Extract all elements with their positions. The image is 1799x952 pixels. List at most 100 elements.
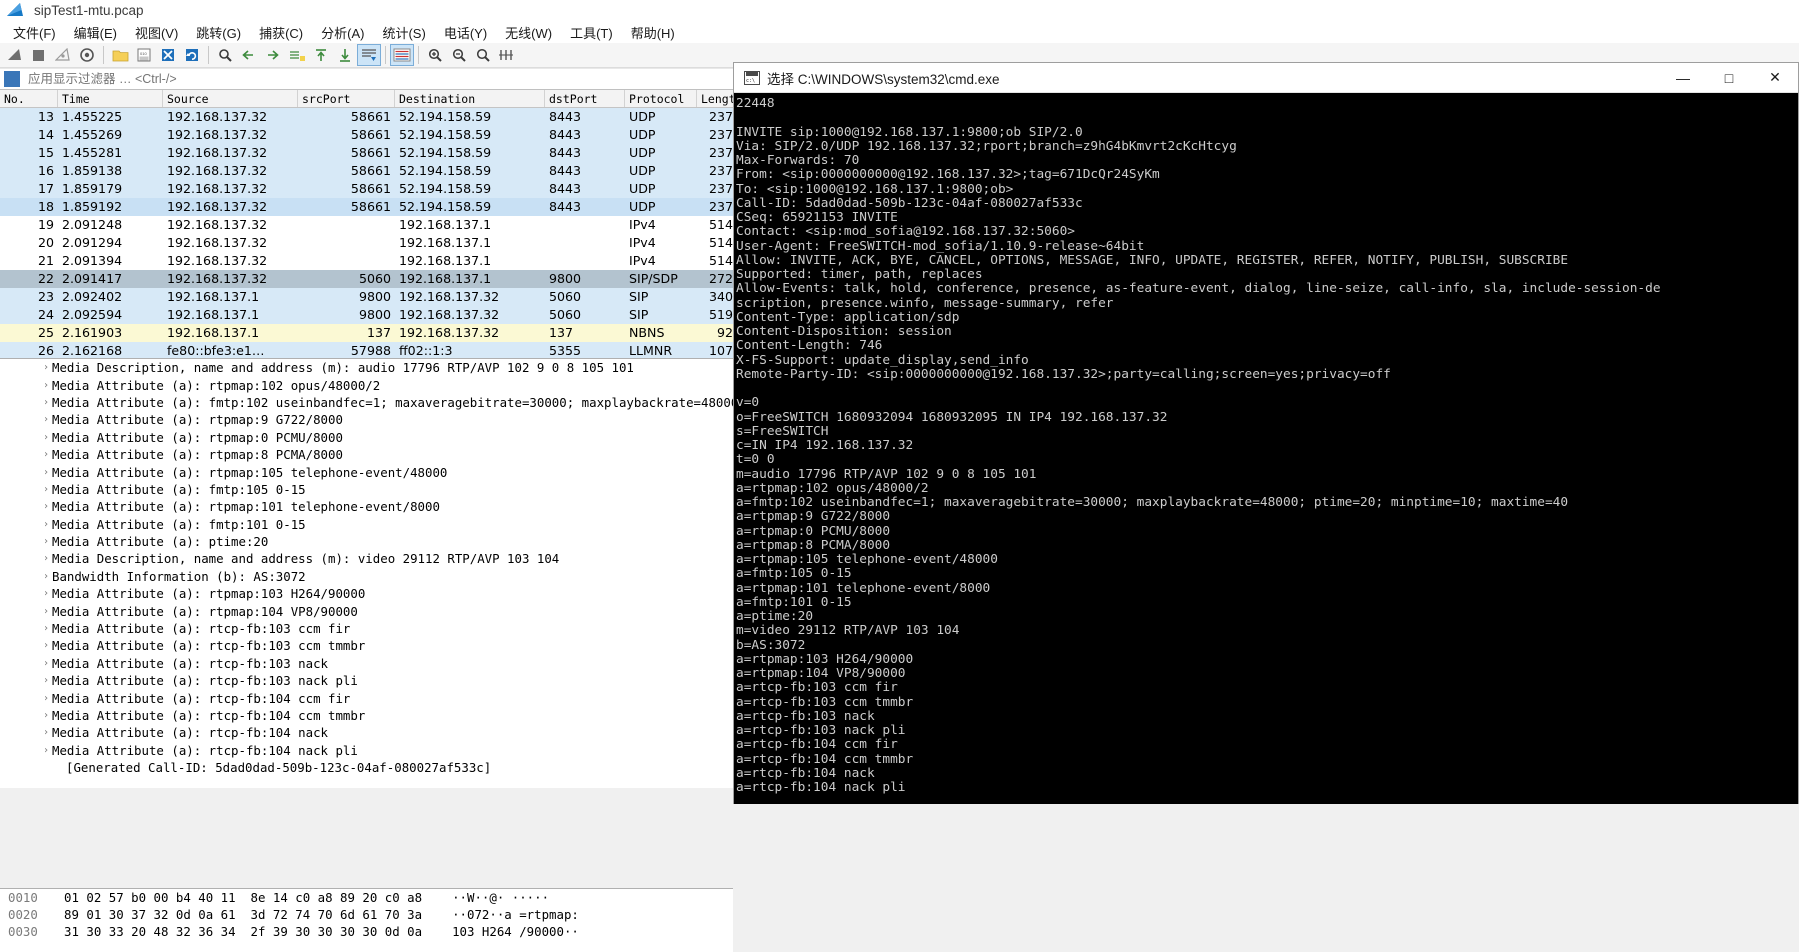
- menu-item-6[interactable]: 统计(S): [373, 21, 434, 44]
- reload-file-icon[interactable]: [180, 44, 204, 66]
- colorize-icon[interactable]: [390, 44, 414, 66]
- zoom-reset-icon[interactable]: [471, 44, 495, 66]
- tree-expander-icon[interactable]: ›: [40, 519, 52, 530]
- packet-list-column-header[interactable]: Source: [163, 90, 298, 107]
- tree-expander-icon[interactable]: ›: [40, 710, 52, 721]
- packet-cell-src: 192.168.137.32: [163, 234, 298, 252]
- cmd-output-line: Allow-Events: talk, hold, conference, pr…: [736, 282, 1798, 296]
- cmd-output-line: Remote-Party-ID: <sip:0000000000@192.168…: [736, 368, 1798, 382]
- filter-bookmark-icon[interactable]: [4, 71, 20, 87]
- packet-list-column-header[interactable]: dstPort: [545, 90, 625, 107]
- stop-capture-icon[interactable]: [27, 44, 51, 66]
- cmd-output-line: To: <sip:1000@192.168.137.1:9800;ob>: [736, 183, 1798, 197]
- menu-item-2[interactable]: 视图(V): [126, 21, 187, 44]
- menu-item-8[interactable]: 无线(W): [496, 21, 561, 44]
- capture-options-icon[interactable]: [75, 44, 99, 66]
- tree-expander-icon[interactable]: ›: [40, 727, 52, 738]
- packet-cell-len: 237: [697, 108, 737, 126]
- tree-expander-icon[interactable]: ›: [40, 449, 52, 460]
- packet-list-column-header[interactable]: Protocol: [625, 90, 697, 107]
- packet-cell-dport: [545, 216, 625, 234]
- packet-list-column-header[interactable]: No.: [0, 90, 58, 107]
- cmd-minimize-button[interactable]: —: [1660, 63, 1706, 93]
- packet-cell-sport: 58661: [298, 108, 395, 126]
- go-back-icon[interactable]: [237, 44, 261, 66]
- zoom-in-icon[interactable]: [423, 44, 447, 66]
- cmd-output-line: User-Agent: FreeSWITCH-mod_sofia/1.10.9-…: [736, 240, 1798, 254]
- detail-tree-label: Media Description, name and address (m):…: [52, 360, 634, 375]
- detail-tree-label: Media Attribute (a): rtpmap:105 telephon…: [52, 465, 447, 480]
- tree-expander-icon[interactable]: ›: [40, 571, 52, 582]
- tree-expander-icon[interactable]: ›: [40, 640, 52, 651]
- save-file-icon[interactable]: 010: [132, 44, 156, 66]
- go-forward-icon[interactable]: [261, 44, 285, 66]
- go-last-packet-icon[interactable]: [333, 44, 357, 66]
- restart-capture-icon[interactable]: [51, 44, 75, 66]
- menu-item-3[interactable]: 跳转(G): [187, 21, 250, 44]
- cmd-titlebar[interactable]: c:\ 选择 C:\WINDOWS\system32\cmd.exe — □ ✕: [734, 63, 1798, 93]
- cmd-output-line: a=rtpmap:0 PCMU/8000: [736, 525, 1798, 539]
- tree-expander-icon[interactable]: ›: [40, 745, 52, 756]
- menu-item-7[interactable]: 电话(Y): [435, 21, 496, 44]
- tree-expander-icon[interactable]: ›: [40, 606, 52, 617]
- cmd-maximize-button[interactable]: □: [1706, 63, 1752, 93]
- packet-cell-sport: [298, 216, 395, 234]
- packet-cell-dport: 137: [545, 324, 625, 342]
- tree-expander-icon[interactable]: ›: [40, 693, 52, 704]
- tree-expander-icon[interactable]: ›: [40, 553, 52, 564]
- hex-dump-row[interactable]: 003031 30 33 20 48 32 36 34 2f 39 30 30 …: [0, 923, 733, 940]
- tree-expander-icon[interactable]: ›: [40, 467, 52, 478]
- packet-cell-dst: 192.168.137.1: [395, 270, 545, 288]
- tree-expander-icon[interactable]: ›: [40, 432, 52, 443]
- packet-cell-sport: 137: [298, 324, 395, 342]
- packet-cell-dport: 8443: [545, 108, 625, 126]
- svg-text:010: 010: [140, 51, 147, 56]
- tree-expander-icon[interactable]: ›: [40, 588, 52, 599]
- tree-expander-icon[interactable]: ›: [40, 675, 52, 686]
- resize-columns-icon[interactable]: [495, 44, 519, 66]
- menu-item-4[interactable]: 捕获(C): [250, 21, 312, 44]
- zoom-out-icon[interactable]: [447, 44, 471, 66]
- packet-cell-dst: 192.168.137.32: [395, 306, 545, 324]
- find-packet-icon[interactable]: [213, 44, 237, 66]
- open-file-icon[interactable]: [108, 44, 132, 66]
- auto-scroll-icon[interactable]: [357, 44, 381, 66]
- cmd-output-line: a=rtpmap:102 opus/48000/2: [736, 482, 1798, 496]
- go-to-packet-icon[interactable]: [285, 44, 309, 66]
- menu-item-0[interactable]: 文件(F): [4, 21, 65, 44]
- packet-list-column-header[interactable]: Destination: [395, 90, 545, 107]
- packet-list-column-header[interactable]: srcPort: [298, 90, 395, 107]
- packet-list-column-header[interactable]: Length: [697, 90, 737, 107]
- packet-cell-proto: UDP: [625, 144, 697, 162]
- tree-expander-icon[interactable]: ›: [40, 362, 52, 373]
- packet-cell-sport: 58661: [298, 180, 395, 198]
- menu-item-9[interactable]: 工具(T): [561, 21, 622, 44]
- tree-expander-icon[interactable]: ›: [40, 397, 52, 408]
- hex-dump-row[interactable]: 001001 02 57 b0 00 b4 40 11 8e 14 c0 a8 …: [0, 889, 733, 906]
- go-first-packet-icon[interactable]: [309, 44, 333, 66]
- cmd-close-button[interactable]: ✕: [1752, 63, 1798, 93]
- packet-cell-proto: IPv4: [625, 234, 697, 252]
- start-capture-icon[interactable]: [3, 44, 27, 66]
- cmd-console-output[interactable]: 22448 INVITE sip:1000@192.168.137.1:9800…: [734, 93, 1798, 804]
- packet-cell-dport: [545, 234, 625, 252]
- tree-expander-icon[interactable]: ›: [40, 623, 52, 634]
- cmd-console-window[interactable]: c:\ 选择 C:\WINDOWS\system32\cmd.exe — □ ✕…: [733, 62, 1799, 804]
- tree-expander-icon[interactable]: ›: [40, 658, 52, 669]
- cmd-output-line: a=fmtp:105 0-15: [736, 567, 1798, 581]
- packet-bytes-pane[interactable]: 001001 02 57 b0 00 b4 40 11 8e 14 c0 a8 …: [0, 888, 733, 952]
- packet-cell-src: 192.168.137.32: [163, 126, 298, 144]
- tree-expander-icon[interactable]: ›: [40, 484, 52, 495]
- menu-item-5[interactable]: 分析(A): [312, 21, 373, 44]
- menu-item-1[interactable]: 编辑(E): [65, 21, 126, 44]
- close-file-icon[interactable]: [156, 44, 180, 66]
- tree-expander-icon[interactable]: ›: [40, 380, 52, 391]
- tree-expander-icon[interactable]: ›: [40, 501, 52, 512]
- menu-item-10[interactable]: 帮助(H): [622, 21, 684, 44]
- hex-dump-row[interactable]: 002089 01 30 37 32 0d 0a 61 3d 72 74 70 …: [0, 906, 733, 923]
- tree-expander-icon[interactable]: ›: [40, 536, 52, 547]
- packet-list-column-header[interactable]: Time: [58, 90, 163, 107]
- tree-expander-icon[interactable]: ›: [40, 414, 52, 425]
- cmd-output-line: a=rtcp-fb:103 nack pli: [736, 724, 1798, 738]
- packet-cell-proto: IPv4: [625, 252, 697, 270]
